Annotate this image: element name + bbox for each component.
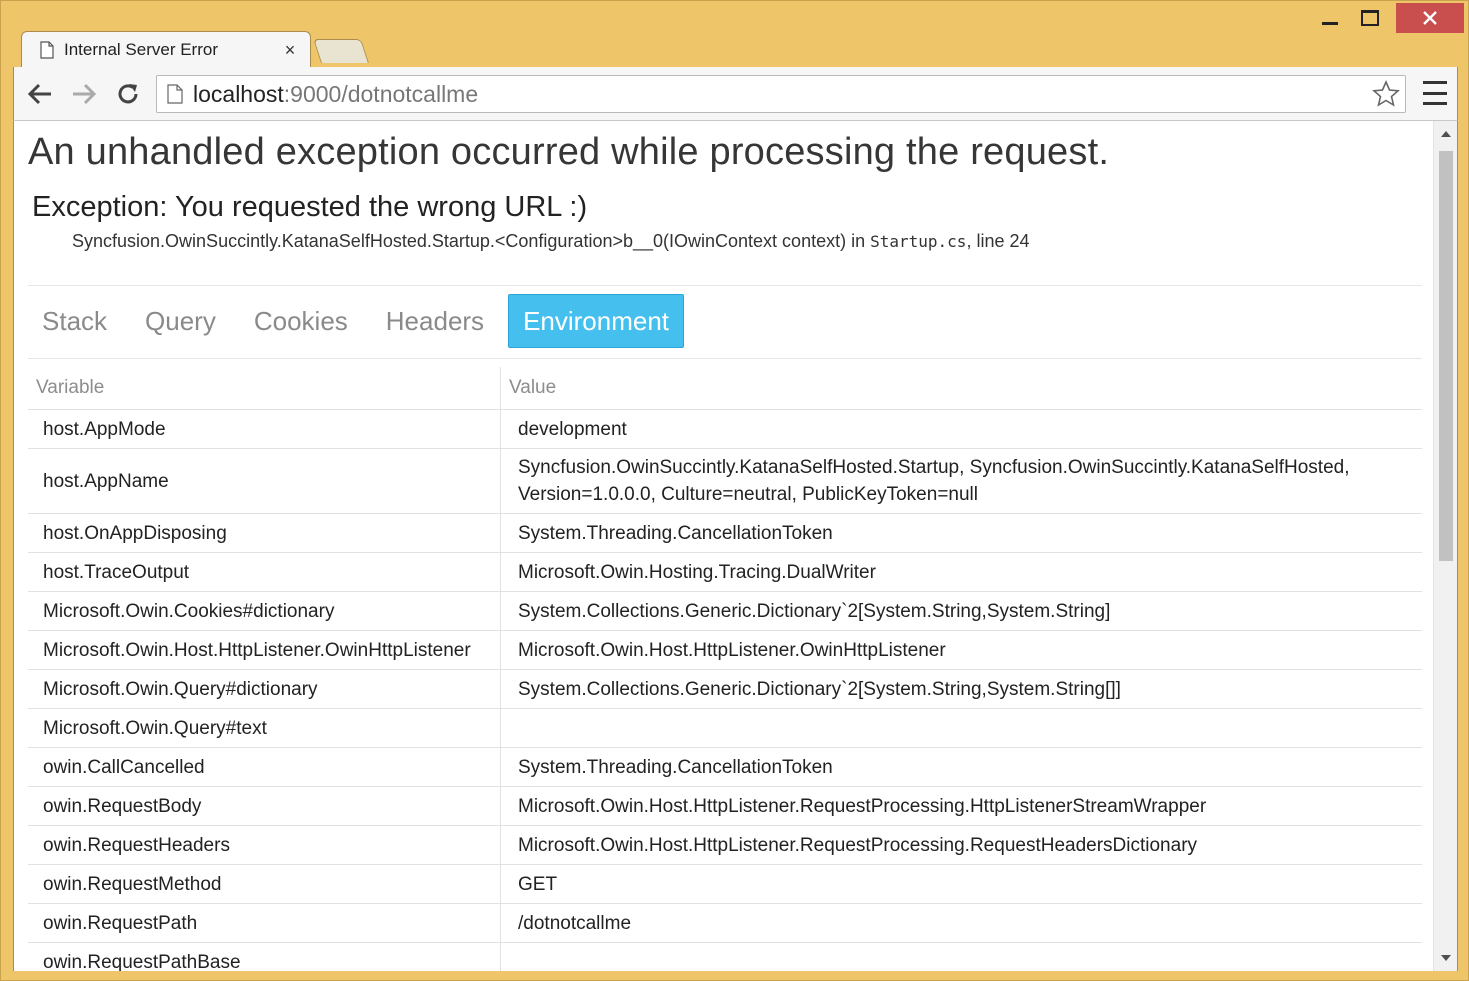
location-method: Syncfusion.OwinSuccintly.KatanaSelfHoste… — [72, 231, 871, 251]
close-icon — [1423, 11, 1437, 25]
address-bar[interactable]: localhost:9000/dotnotcallme — [156, 75, 1406, 113]
page-icon — [40, 41, 54, 59]
variable-cell: host.OnAppDisposing — [28, 513, 501, 553]
value-cell — [500, 708, 1422, 748]
error-page: An unhandled exception occurred while pr… — [14, 121, 1434, 971]
star-icon — [1372, 80, 1400, 107]
variable-cell: owin.CallCancelled — [28, 747, 501, 787]
exception-message: Exception: You requested the wrong URL :… — [32, 191, 588, 223]
bookmark-star-button[interactable] — [1371, 79, 1401, 109]
value-cell: Microsoft.Owin.Host.HttpListener.Request… — [500, 825, 1422, 865]
value-cell: Microsoft.Owin.Hosting.Tracing.DualWrite… — [500, 552, 1422, 592]
tab-query[interactable]: Query — [131, 294, 230, 348]
location-file: Startup.cs — [870, 232, 967, 251]
table-row: owin.CallCancelled System.Threading.Cance… — [28, 747, 1422, 787]
table-row: host.AppMode development — [28, 409, 1422, 449]
url-host: localhost — [193, 80, 284, 107]
variable-cell: Microsoft.Owin.Cookies#dictionary — [28, 591, 501, 631]
page-icon — [167, 84, 183, 104]
table-row: owin.RequestPath/dotnotcallme — [28, 903, 1422, 943]
minimize-icon — [1322, 21, 1338, 25]
divider — [28, 285, 1422, 286]
tab-stack[interactable]: Stack — [28, 294, 121, 348]
minimize-button[interactable] — [1310, 3, 1350, 33]
environment-table: Variable Value host.AppMode development ho… — [28, 367, 1422, 971]
back-button[interactable] — [24, 78, 56, 110]
maximize-icon — [1361, 10, 1379, 26]
variable-cell: Microsoft.Owin.Host.HttpListener.OwinHtt… — [28, 630, 501, 670]
variable-cell: owin.RequestHeaders — [28, 825, 501, 865]
value-cell: /dotnotcallme — [500, 903, 1422, 943]
table-header-row: Variable Value — [28, 367, 1422, 410]
table-row: host.AppName Syncfusion.OwinSuccintly.Kat… — [28, 448, 1422, 514]
variable-cell: host.AppName — [28, 448, 501, 514]
value-cell: System.Threading.CancellationToken — [500, 747, 1422, 787]
variable-cell: owin.RequestBody — [28, 786, 501, 826]
value-cell: System.Collections.Generic.Dictionary`2[… — [500, 669, 1422, 709]
variable-cell: host.TraceOutput — [28, 552, 501, 592]
browser-toolbar: localhost:9000/dotnotcallme — [13, 67, 1458, 121]
table-row: owin.RequestPathBase — [28, 942, 1422, 971]
tab-title: Internal Server Error — [64, 40, 218, 59]
table-row: host.TraceOutput Microsoft.Owin.Hosting.T… — [28, 552, 1422, 592]
detail-tabs: Stack Query Cookies Headers Environment — [28, 293, 694, 349]
triangle-down-icon — [1440, 955, 1451, 961]
close-window-button[interactable] — [1396, 3, 1464, 33]
value-cell — [500, 942, 1422, 971]
table-row: Microsoft.Owin.Cookies#dictionary System.… — [28, 591, 1422, 631]
vertical-scrollbar[interactable] — [1433, 121, 1457, 971]
scroll-down-button[interactable] — [1434, 949, 1457, 967]
page-viewport: An unhandled exception occurred while pr… — [13, 121, 1458, 971]
reload-icon — [118, 84, 138, 104]
variable-cell: owin.RequestMethod — [28, 864, 501, 904]
browser-tab-active[interactable]: Internal Server Error × — [21, 31, 311, 67]
window-controls — [1310, 3, 1464, 33]
browser-menu-button[interactable] — [1423, 81, 1447, 105]
location-line: , line 24 — [966, 231, 1030, 251]
value-cell: Microsoft.Owin.Host.HttpListener.OwinHtt… — [500, 630, 1422, 670]
value-cell: System.Threading.CancellationToken — [500, 513, 1422, 553]
hamburger-icon — [1423, 81, 1447, 84]
table-row: host.OnAppDisposing System.Threading.Canc… — [28, 513, 1422, 553]
divider — [28, 358, 1422, 359]
table-row: Microsoft.Owin.Query#text — [28, 708, 1422, 748]
column-header-value: Value — [500, 367, 1422, 410]
variable-cell: owin.RequestPathBase — [28, 942, 501, 971]
browser-window: Internal Server Error × localhost:9000/d… — [0, 0, 1469, 981]
scroll-up-button[interactable] — [1434, 125, 1457, 143]
value-cell: Syncfusion.OwinSuccintly.KatanaSelfHoste… — [500, 448, 1422, 514]
maximize-button[interactable] — [1350, 3, 1390, 33]
table-row: Microsoft.Owin.Host.HttpListener.OwinHtt… — [28, 630, 1422, 670]
tab-environment[interactable]: Environment — [508, 294, 685, 348]
back-arrow-icon — [27, 83, 51, 105]
value-cell: Microsoft.Owin.Host.HttpListener.Request… — [500, 786, 1422, 826]
variable-cell: host.AppMode — [28, 409, 501, 449]
variable-cell: Microsoft.Owin.Query#text — [28, 708, 501, 748]
reload-button[interactable] — [112, 78, 144, 110]
forward-arrow-icon — [73, 83, 97, 105]
tab-headers[interactable]: Headers — [372, 294, 498, 348]
forward-button[interactable] — [68, 78, 100, 110]
variable-cell: owin.RequestPath — [28, 903, 501, 943]
page-title: An unhandled exception occurred while pr… — [28, 131, 1110, 173]
table-row: Microsoft.Owin.Query#dictionary System.Co… — [28, 669, 1422, 709]
new-tab-button[interactable] — [313, 39, 369, 63]
tab-strip: Internal Server Error × — [21, 31, 621, 67]
exception-location: Syncfusion.OwinSuccintly.KatanaSelfHoste… — [72, 231, 1029, 252]
table-row: owin.RequestHeaders Microsoft.Owin.Host.H… — [28, 825, 1422, 865]
url-text: localhost:9000/dotnotcallme — [193, 81, 478, 108]
table-row: owin.RequestBody Microsoft.Owin.Host.Http… — [28, 786, 1422, 826]
value-cell: development — [500, 409, 1422, 449]
scrollbar-thumb[interactable] — [1439, 151, 1453, 561]
column-header-variable: Variable — [28, 367, 501, 410]
triangle-up-icon — [1440, 131, 1451, 137]
url-path: :9000/dotnotcallme — [283, 80, 479, 107]
variable-cell: Microsoft.Owin.Query#dictionary — [28, 669, 501, 709]
value-cell: System.Collections.Generic.Dictionary`2[… — [500, 591, 1422, 631]
tab-close-icon[interactable]: × — [280, 40, 300, 61]
tab-cookies[interactable]: Cookies — [240, 294, 362, 348]
table-row: owin.RequestMethod GET — [28, 864, 1422, 904]
value-cell: GET — [500, 864, 1422, 904]
